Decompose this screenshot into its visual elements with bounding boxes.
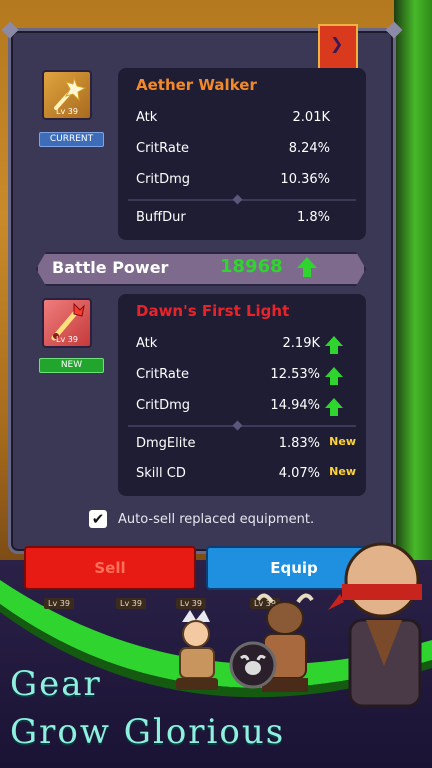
sell-button[interactable]: Sell xyxy=(24,546,196,590)
stat-label: BuffDur xyxy=(136,210,186,225)
arrow-up-icon xyxy=(325,367,343,385)
stat-row: CritRate 8.24% xyxy=(136,141,356,163)
arrow-up-icon xyxy=(297,257,317,277)
battle-power-label: Battle Power xyxy=(52,258,169,277)
current-item-name: Aether Walker xyxy=(136,76,257,94)
current-item-stats-panel: Aether Walker Atk 2.01K CritRate 8.24% C… xyxy=(118,68,366,240)
new-stat-tag: New xyxy=(329,435,356,448)
stat-row: CritDmg 14.94% xyxy=(136,398,356,420)
stat-value: 8.24% xyxy=(288,141,330,156)
auto-sell-label[interactable]: Auto-sell replaced equipment. xyxy=(118,512,314,527)
monk-character xyxy=(328,542,422,708)
stat-row: Skill CD 4.07% New xyxy=(136,465,356,488)
stat-label: DmgElite xyxy=(136,436,196,451)
stat-label: CritDmg xyxy=(136,398,191,413)
current-item-icon[interactable]: Lv 39 xyxy=(42,70,92,120)
stat-value: 1.8% xyxy=(296,210,330,225)
stat-value: 4.07% xyxy=(278,466,320,481)
stat-label: CritRate xyxy=(136,141,189,156)
stat-value: 10.36% xyxy=(280,172,330,187)
stat-label: CritRate xyxy=(136,367,189,382)
stat-row: CritRate 12.53% xyxy=(136,367,356,389)
checkmark-icon: ✔ xyxy=(91,510,105,528)
stat-label: CritDmg xyxy=(136,172,191,187)
tagline-line-2: Grow Glorious xyxy=(10,712,286,752)
stat-label: Atk xyxy=(136,110,158,125)
stat-value: 2.19K xyxy=(282,336,320,351)
new-stat-tag: New xyxy=(329,465,356,478)
stat-row: BuffDur 1.8% xyxy=(136,210,356,232)
hero-level: Lv 39 xyxy=(116,598,146,609)
stat-value: 12.53% xyxy=(270,367,320,382)
stat-value: 1.83% xyxy=(278,436,320,451)
new-badge: NEW xyxy=(39,358,104,373)
stat-value: 2.01K xyxy=(292,110,330,125)
stat-row: Atk 2.01K xyxy=(136,110,356,132)
arrow-up-icon xyxy=(325,336,343,354)
stat-label: Atk xyxy=(136,336,158,351)
stat-row: CritDmg 10.36% xyxy=(136,172,356,194)
stat-value: 14.94% xyxy=(270,398,320,413)
stat-row: DmgElite 1.83% New xyxy=(136,435,356,458)
current-badge: CURRENT xyxy=(39,132,104,147)
battle-power-value: 18968 xyxy=(220,256,283,277)
auto-sell-checkbox[interactable]: ✔ xyxy=(89,510,107,528)
divider-ornament xyxy=(232,194,243,205)
item-level: Lv 39 xyxy=(56,107,78,116)
new-item-stats-panel: Dawn's First Light Atk 2.19K CritRate 12… xyxy=(118,294,366,496)
stat-row: Atk 2.19K xyxy=(136,336,356,358)
new-item-icon[interactable]: Lv 39 xyxy=(42,298,92,348)
bull-emblem-icon xyxy=(229,641,277,689)
item-level: Lv 39 xyxy=(56,335,78,344)
tagline-line-1: Gear xyxy=(10,664,102,704)
chevron-down-icon: ❯ xyxy=(330,34,344,53)
arrow-up-icon xyxy=(325,398,343,416)
stat-label: Skill CD xyxy=(136,466,186,481)
new-item-name: Dawn's First Light xyxy=(136,302,290,320)
divider-ornament xyxy=(232,420,243,431)
hero-level: Lv 39 xyxy=(44,598,74,609)
background-green-rail xyxy=(394,0,432,620)
